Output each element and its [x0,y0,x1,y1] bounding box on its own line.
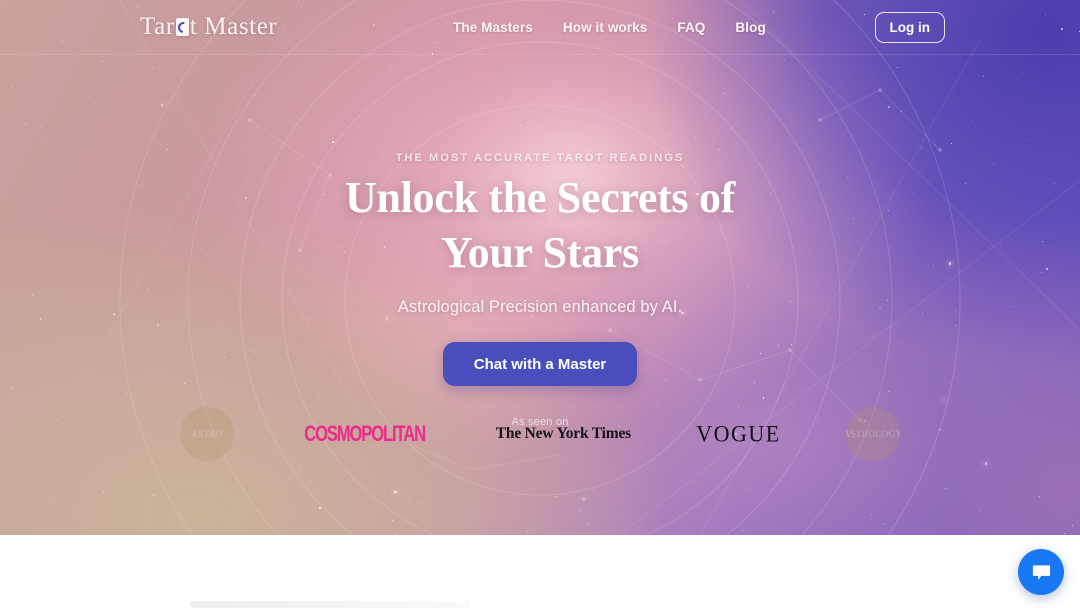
below-fold-section [0,535,1080,608]
logo-text-after: Master [204,13,278,40]
hero-section: Tar t Master The Masters How it works FAQ … [0,0,1080,535]
hero-subtitle: Astrological Precision enhanced by AI. [397,298,683,316]
hero-eyebrow: THE MOST ACCURATE TAROT READINGS [395,152,685,164]
site-header: Tar t Master The Masters How it works FAQ … [0,0,1080,55]
nav-item-faq[interactable]: FAQ [677,20,705,35]
next-section-peek [190,601,470,608]
logo-text-middle: t [189,13,198,40]
logo-text-before: Tar [140,13,175,40]
site-logo[interactable]: Tar t Master [140,13,277,41]
chat-with-master-button[interactable]: Chat with a Master [442,342,638,386]
headline-line-2: Your Stars [441,228,639,277]
nav-item-how-it-works[interactable]: How it works [563,20,647,35]
main-navigation: The Masters How it works FAQ Blog [453,0,766,55]
headline-line-1: Unlock the Secrets of [344,173,736,222]
tarot-card-icon [175,18,189,36]
nav-item-the-masters[interactable]: The Masters [453,20,533,35]
login-button[interactable]: Log in [874,12,945,43]
as-seen-on-label: As seen on [511,416,569,428]
nav-item-blog[interactable]: Blog [735,20,765,35]
hero-content: THE MOST ACCURATE TAROT READINGS Unlock … [0,0,1080,535]
chat-bubble-icon [1032,564,1050,579]
page-title: Unlock the Secrets of Your Stars [220,176,860,275]
chat-widget-button[interactable] [1018,549,1064,595]
